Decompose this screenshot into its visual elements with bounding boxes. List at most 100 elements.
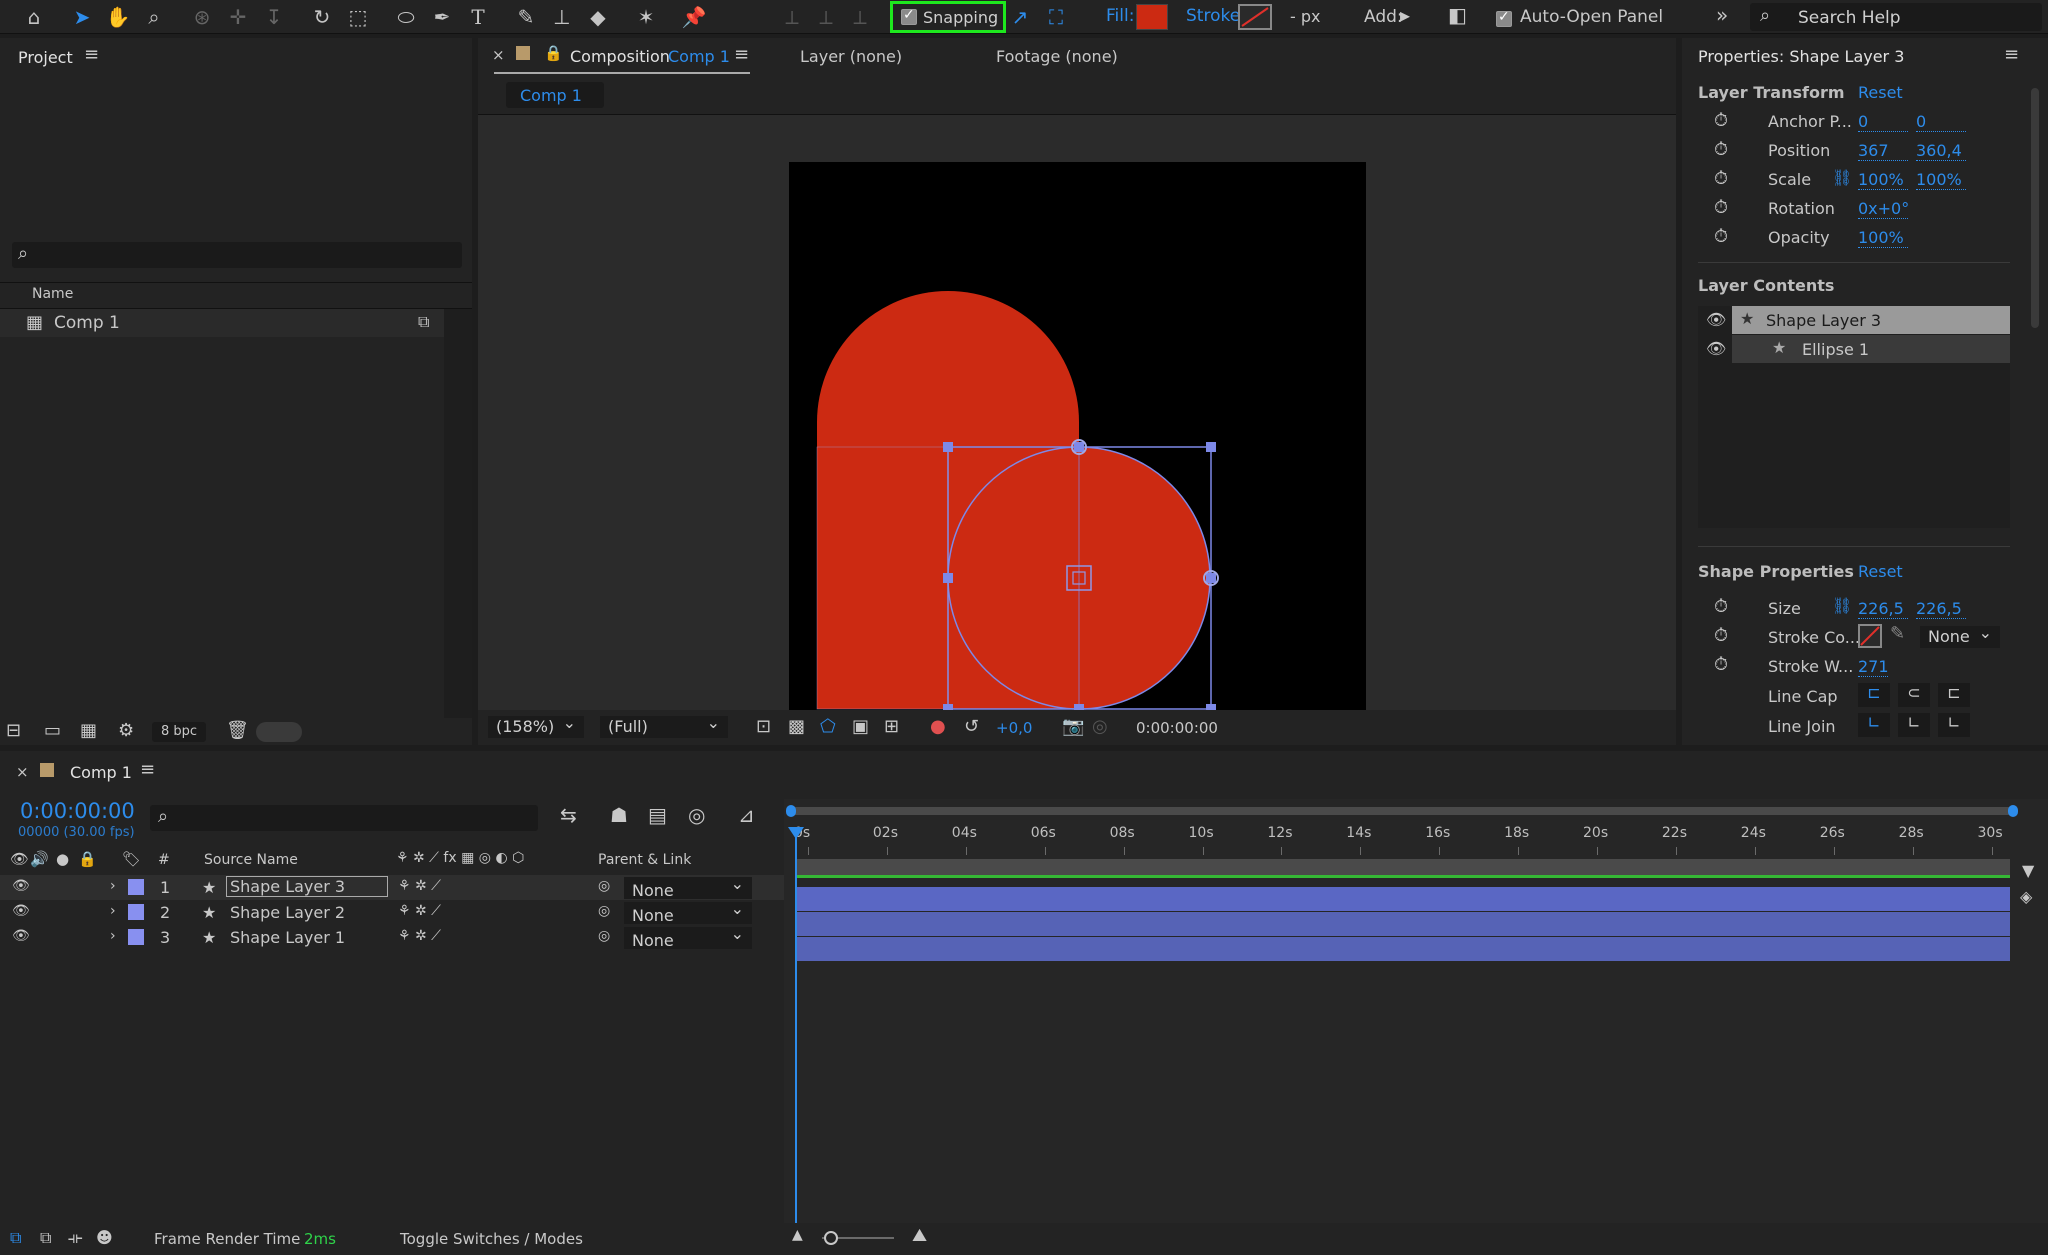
position-x-field[interactable]: 367 [1858, 141, 1908, 161]
trash-icon[interactable]: 🗑 [226, 720, 249, 741]
time-ruler[interactable]: 0s 02s 04s 06s 08s 10s 12s 14s 16s 18s 20s 22s 24s 26… [784, 819, 2014, 855]
time-graph[interactable]: 0s 02s 04s 06s 08s 10s 12s 14s 16s 18s 20s 22s 24s 26… [784, 799, 2048, 1223]
source-name-header[interactable]: Source Name [204, 852, 298, 868]
stopwatch-icon[interactable]: ⏱ [1714, 110, 1728, 131]
eye-icon[interactable]: 👁 [12, 928, 30, 944]
toggle-switches-modes-button[interactable]: Toggle Switches / Modes [400, 1230, 583, 1248]
transparency-grid-icon[interactable]: ▩ [788, 716, 805, 737]
ellipse-tool-icon[interactable]: ⬭ [392, 3, 420, 31]
timeline-layer-row[interactable]: 👁 › 3 ★ Shape Layer 1 ⚘ ✲ ⟋ ◎ None [0, 923, 784, 950]
layer-duration-bar[interactable] [796, 887, 2010, 911]
zoom-in-icon[interactable]: ⛰ [912, 1225, 927, 1246]
contents-item-ellipse[interactable]: ★ Ellipse 1 [1732, 335, 2010, 363]
tab-layer[interactable]: Layer (none) [800, 47, 902, 66]
layer-switches[interactable]: ⚘ ✲ ⟋ [398, 928, 441, 944]
snap-edges-icon[interactable]: ↗ [1006, 3, 1034, 31]
audio-column-icon[interactable]: 🔊 [30, 850, 49, 868]
parent-dropdown[interactable]: None [624, 873, 752, 900]
snap-grid-icon[interactable]: ⛶ [1042, 3, 1070, 31]
hand-tool-icon[interactable]: ✋ [104, 3, 132, 31]
constrain-proportions-icon[interactable]: ⛓ [1832, 168, 1852, 187]
flowchart-icon[interactable]: ⧉ [418, 312, 429, 332]
expand-chevron-icon[interactable]: › [110, 928, 116, 944]
bevel-join-button[interactable]: ∟ [1938, 713, 1970, 737]
zoom-out-icon[interactable]: ▲ [792, 1227, 803, 1243]
stroke-swatch[interactable] [1238, 4, 1272, 30]
close-icon[interactable]: × [492, 46, 505, 64]
current-time-indicator[interactable] [795, 831, 797, 1223]
shy-layers-icon[interactable]: ☗ [610, 803, 628, 827]
layer-duration-bar[interactable] [796, 937, 2010, 961]
stopwatch-icon[interactable]: ⏱ [1714, 596, 1728, 617]
stopwatch-icon[interactable]: ⏱ [1714, 226, 1728, 247]
type-tool-icon[interactable]: T [464, 3, 492, 31]
eye-icon[interactable]: 👁 [1706, 310, 1726, 329]
playhead-icon[interactable] [788, 827, 804, 839]
constrain-proportions-icon[interactable]: ⛓ [1832, 596, 1852, 615]
parent-dropdown[interactable]: None [624, 923, 752, 950]
composition-canvas[interactable] [789, 162, 1366, 740]
eye-icon[interactable]: 👁 [12, 878, 30, 894]
anchor-y-field[interactable]: 0 [1916, 112, 1966, 132]
exposure-value[interactable]: +0,0 [996, 719, 1032, 737]
video-column-icon[interactable]: 👁 [10, 850, 29, 868]
timeline-tab[interactable]: Comp 1 [70, 763, 132, 782]
properties-scrollbar[interactable] [2028, 38, 2044, 328]
stroke-width-field[interactable]: 271 [1858, 657, 1889, 677]
in-out-toggle-icon[interactable]: ⟛ [68, 1228, 83, 1248]
eyedropper-icon[interactable]: ✎ [1890, 623, 1905, 644]
layer-duration-bar[interactable] [796, 912, 2010, 936]
show-snapshot-icon[interactable]: ◎ [1092, 716, 1108, 737]
layer-switches[interactable]: ⚘ ✲ ⟋ [398, 878, 441, 894]
size-y-field[interactable]: 226,5 [1916, 599, 1966, 619]
zoom-tool-icon[interactable]: ⌕ [140, 3, 168, 31]
composition-tab-name[interactable]: Comp 1 [668, 47, 730, 66]
eye-icon[interactable]: 👁 [1706, 339, 1726, 358]
pan-behind-tool-icon[interactable]: ⬚ [344, 3, 372, 31]
stopwatch-icon[interactable]: ⏱ [1714, 139, 1728, 160]
fast-previews-icon[interactable]: ⊡ [756, 716, 771, 737]
label-column-icon[interactable]: 🏷 [122, 850, 141, 868]
scale-y-field[interactable]: 100% [1916, 170, 1966, 190]
comp-flowchart-icon[interactable]: ⇆ [560, 803, 577, 827]
comp-breadcrumb[interactable]: Comp 1 [506, 82, 604, 108]
home-icon[interactable]: ⌂ [20, 3, 48, 31]
layer-name[interactable]: Shape Layer 2 [230, 903, 345, 922]
pick-whip-icon[interactable]: ◎ [598, 928, 610, 944]
butt-cap-button[interactable]: ⊏ [1858, 683, 1890, 707]
timeline-layer-row[interactable]: 👁 › 2 ★ Shape Layer 2 ⚘ ✲ ⟋ ◎ None [0, 898, 784, 925]
properties-menu-icon[interactable] [2004, 44, 2019, 65]
selection-tool-icon[interactable]: ➤ [68, 3, 96, 31]
navigator-end-handle[interactable] [2008, 805, 2018, 817]
expand-workspaces-icon[interactable]: » [1716, 3, 1728, 27]
project-item[interactable]: ▦ Comp 1 ⧉ [0, 309, 444, 337]
viewer-timecode[interactable]: 0:00:00:00 [1136, 719, 1218, 737]
lock-icon[interactable]: 🔒 [544, 44, 563, 62]
pick-whip-icon[interactable]: ◎ [598, 878, 610, 894]
work-area-navigator[interactable] [790, 807, 2012, 815]
new-folder-icon[interactable]: ▭ [44, 720, 61, 741]
panel-toggle-icon[interactable]: ◧ [1448, 3, 1467, 27]
stroke-color-swatch[interactable] [1858, 624, 1882, 648]
render-time-toggle-icon[interactable]: ☻ [96, 1228, 113, 1247]
composition-menu-icon[interactable] [734, 44, 749, 65]
frame-blending-icon[interactable]: ▤ [648, 803, 667, 827]
parent-dropdown[interactable]: None [624, 898, 752, 925]
axis-world-icon[interactable]: ⟂ [812, 3, 840, 31]
parent-link-header[interactable]: Parent & Link [598, 852, 691, 868]
scale-x-field[interactable]: 100% [1858, 170, 1908, 190]
eraser-tool-icon[interactable]: ◆ [584, 3, 612, 31]
pan-tool-icon[interactable]: ✛ [224, 3, 252, 31]
resolution-dropdown[interactable]: (Full) [600, 712, 728, 738]
comp-marker-bin-icon[interactable]: ▼ [2022, 861, 2034, 880]
axis-local-icon[interactable]: ⟂ [778, 3, 806, 31]
bit-depth-button[interactable]: 8 bpc [152, 722, 206, 742]
expand-chevron-icon[interactable]: › [110, 878, 116, 894]
motion-blur-icon[interactable]: ◎ [688, 803, 705, 827]
stopwatch-icon[interactable]: ⏱ [1714, 168, 1728, 189]
zoom-to-playhead-icon[interactable]: ◈ [2020, 887, 2032, 906]
puppet-tool-icon[interactable]: 📌 [680, 3, 708, 31]
snapshot-icon[interactable]: 📷 [1062, 716, 1084, 737]
brush-tool-icon[interactable]: ✎ [512, 3, 540, 31]
project-settings-icon[interactable]: ⚙ [118, 720, 134, 741]
